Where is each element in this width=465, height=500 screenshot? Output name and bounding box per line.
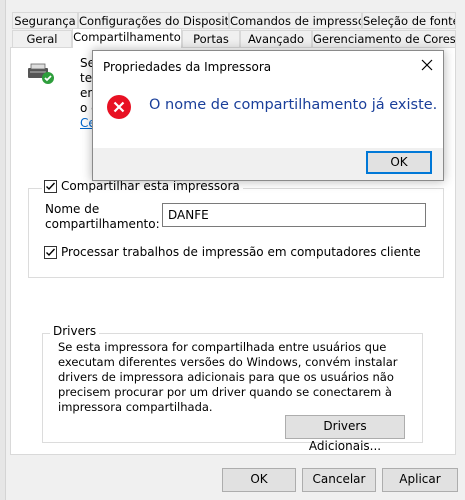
tab-avancado[interactable]: Avançado	[240, 30, 312, 48]
tab-seguranca[interactable]: Segurança	[12, 12, 78, 29]
tab-portas[interactable]: Portas	[182, 30, 240, 48]
share-name-input[interactable]	[162, 203, 426, 227]
tab-configuracoes-dispositivo[interactable]: Configurações do Dispositivo	[78, 12, 229, 29]
process-client-label: Processar trabalhos de impressão em comp…	[61, 245, 421, 259]
dialog-ok-button[interactable]: OK	[366, 151, 432, 174]
background-window-edge	[0, 0, 6, 500]
share-printer-label: Compartilhar esta impressora	[61, 179, 240, 193]
share-printer-checkbox[interactable]	[44, 179, 57, 193]
tab-compartilhamento[interactable]: Compartilhamento	[72, 28, 182, 48]
dialog-title: Propriedades da Impressora	[103, 60, 272, 74]
tab-geral[interactable]: Geral	[12, 30, 72, 48]
drivers-description: Se esta impressora for compartilhada ent…	[58, 340, 398, 414]
ok-button[interactable]: OK	[222, 468, 296, 492]
error-dialog: Propriedades da Impressora O nome de com…	[92, 50, 444, 181]
additional-drivers-button[interactable]: Drivers Adicionais...	[285, 415, 405, 453]
drivers-legend: Drivers	[50, 323, 100, 339]
tab-gerenciamento-cores[interactable]: Gerenciamento de Cores	[312, 30, 456, 48]
process-client-checkbox[interactable]	[44, 245, 57, 259]
apply-button[interactable]: Aplicar	[382, 468, 458, 492]
tab-selecao-fonte[interactable]: Seleção de fonte	[362, 12, 456, 29]
dialog-message: O nome de compartilhamento já existe.	[149, 97, 438, 113]
error-icon	[106, 94, 132, 120]
shared-printer-icon	[26, 60, 58, 86]
tab-comandos-impressora[interactable]: Comandos de impressora	[229, 12, 362, 29]
share-name-label: Nome de compartilhamento:	[45, 202, 160, 231]
close-icon[interactable]	[419, 57, 435, 73]
cancel-button[interactable]: Cancelar	[302, 468, 376, 492]
process-client-row[interactable]: Processar trabalhos de impressão em comp…	[44, 244, 421, 260]
dialog-footer: OK	[93, 148, 443, 180]
